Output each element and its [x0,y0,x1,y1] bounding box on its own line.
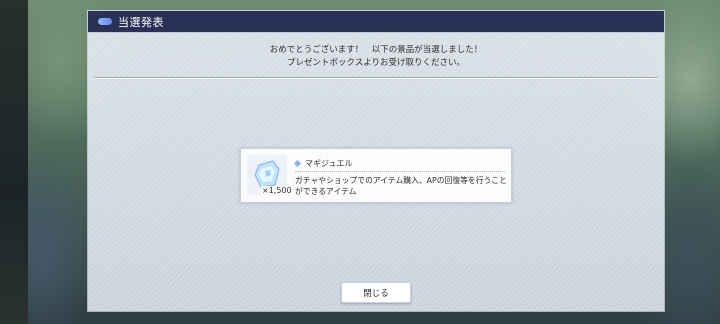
title-pill-icon [98,18,112,25]
prize-name: マギジュエル [305,159,353,168]
congratulations-message: おめでとうございます！ 以下の景品が当選しました！ プレゼントボックスよりお受け… [88,44,664,70]
winning-announcement-dialog: 当選発表 おめでとうございます！ 以下の景品が当選しました！ プレゼントボックス… [88,11,664,311]
prize-description: ガチャやショップでのアイテム購入、APの回復等を行うこと ができるアイテム [295,175,507,197]
prize-description-line-1: ガチャやショップでのアイテム購入、APの回復等を行うこと [295,176,507,185]
prize-description-line-2: ができるアイテム [295,187,357,196]
close-button[interactable]: 閉じる [341,282,411,303]
prize-name-row: マギジュエル [293,158,353,169]
prize-card: ×1,500 マギジュエル ガチャやショップでのアイテム購入、APの回復等を行う… [240,148,512,203]
message-line-1: おめでとうございます！ 以下の景品が当選しました！ [269,45,483,55]
dialog-titlebar: 当選発表 [88,11,664,33]
message-line-2: プレゼントボックスよりお受け取りください。 [286,58,466,68]
diamond-bullet-icon [293,159,302,168]
screen-edge-strip [0,0,28,324]
divider [94,77,658,78]
prize-quantity: ×1,500 [261,186,293,195]
dotted-divider [295,171,505,172]
dialog-title: 当選発表 [118,15,164,29]
